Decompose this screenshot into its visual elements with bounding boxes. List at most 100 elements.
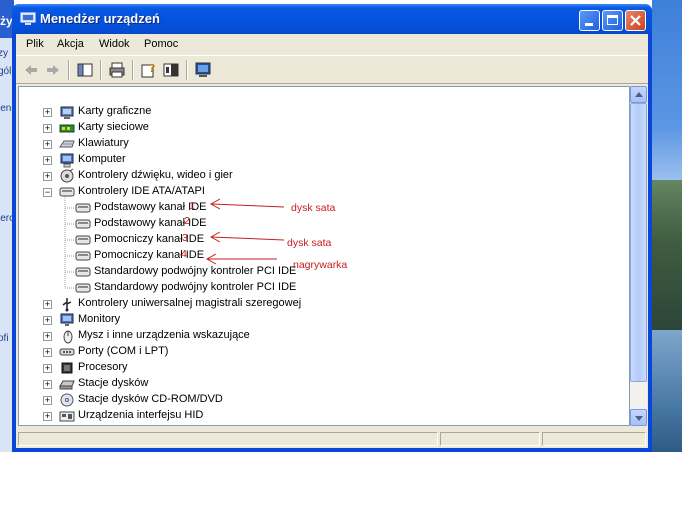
scroll-thumb[interactable] [630, 103, 647, 382]
menu-pomoc[interactable]: Pomoc [144, 38, 178, 50]
scroll-up-button[interactable] [630, 86, 647, 103]
expand-icon[interactable]: + [43, 108, 52, 117]
ide-channel-icon [75, 251, 91, 261]
expand-icon[interactable]: + [43, 412, 52, 421]
wallpaper-hills [652, 180, 682, 330]
tree-category[interactable]: + Stacje dysków [19, 376, 619, 392]
annotation-number: 2 [184, 215, 190, 227]
menu-akcja[interactable]: Akcja [57, 38, 84, 50]
device-manager-app-icon [20, 12, 36, 25]
tree-category[interactable]: + Urządzenia interfejsu HID [19, 408, 619, 424]
annotation-number: 4 [181, 248, 187, 260]
expand-icon[interactable]: + [43, 380, 52, 389]
desktop-fragment: zy [0, 48, 8, 59]
processor-icon [61, 362, 73, 374]
tree-category[interactable]: + Mysz i inne urządzenia wskazujące [19, 328, 619, 344]
expand-icon[interactable]: + [43, 140, 52, 149]
tree-category[interactable]: + Kontrolery uniwersalnej magistrali szer… [19, 296, 619, 312]
close-button[interactable] [625, 10, 646, 31]
menu-widok[interactable]: Widok [99, 38, 130, 50]
tree-child-item[interactable]: Podstawowy kanał IDE [19, 216, 619, 232]
forward-arrow-icon[interactable] [44, 61, 62, 79]
sound-icon [60, 168, 74, 183]
status-panel [18, 432, 438, 446]
tree-item-label: Kontrolery IDE ATA/ATAPI [78, 185, 205, 197]
tree-category[interactable]: + Kontrolery dźwięku, wideo i gier [19, 168, 619, 184]
toolbar-separator [68, 60, 70, 80]
tree-item-label: Karty graficzne [78, 105, 152, 117]
annotation-label: nagrywarka [293, 259, 348, 271]
tree-category[interactable]: + Karty graficzne [19, 104, 619, 120]
tree-item-label: Kontrolery dźwięku, wideo i gier [78, 169, 233, 181]
network-adapter-icon [59, 124, 75, 133]
minimize-button[interactable] [579, 10, 600, 31]
expand-icon[interactable]: + [43, 364, 52, 373]
tree-category[interactable]: + Porty (COM i LPT) [19, 344, 619, 360]
desktop-fragment: gól [0, 66, 12, 77]
ide-channel-icon [75, 267, 91, 277]
menu-plik[interactable]: Plik [26, 38, 44, 50]
show-hide-console-tree-icon[interactable] [76, 61, 94, 79]
device-manager-window: Menedżer urządzeń Plik Akcja Widok Pomoc [12, 4, 652, 452]
expand-icon[interactable]: + [43, 348, 52, 357]
tree-category[interactable]: + Karty sieciowe [19, 120, 619, 136]
wallpaper-lake [652, 330, 682, 452]
desktop-wallpaper [652, 0, 682, 452]
maximize-button[interactable] [602, 10, 623, 31]
tree-category[interactable]: + Klawiatury [19, 136, 619, 152]
title-bar[interactable]: Menedżer urządzeń [12, 4, 652, 34]
minimize-icon [585, 23, 593, 26]
bottom-blank-area [0, 452, 682, 512]
expand-icon[interactable]: + [43, 124, 52, 133]
expand-icon[interactable]: + [43, 300, 52, 309]
ide-channel-icon [75, 283, 91, 293]
disk-drive-icon [59, 380, 75, 390]
properties-help-icon[interactable]: ? [140, 61, 158, 79]
annotation-number: 3 [182, 232, 188, 244]
expand-icon[interactable]: + [43, 172, 52, 181]
annotation-number: 1 [189, 200, 195, 212]
ide-channel-icon [75, 203, 91, 213]
tree-item-label: Procesory [78, 361, 128, 373]
tree-child-item[interactable]: Standardowy podwójny kontroler PCI IDE [19, 280, 619, 296]
tree-item-label: Karty sieciowe [78, 121, 149, 133]
tree-item-label: Stacje dysków CD-ROM/DVD [78, 393, 223, 405]
scan-hardware-icon[interactable] [194, 61, 212, 79]
desktop-fragment: ofi [0, 333, 9, 344]
monitor-icon [60, 313, 74, 326]
maximize-icon [607, 15, 618, 25]
collapse-icon[interactable]: − [43, 188, 52, 197]
svg-text:?: ? [149, 62, 155, 75]
back-arrow-icon[interactable] [22, 61, 40, 79]
annotation-label: dysk sata [287, 237, 332, 249]
display-adapter-icon [60, 106, 74, 119]
tree-category[interactable]: + Monitory [19, 312, 619, 328]
expand-icon[interactable]: + [43, 332, 52, 341]
chevron-up-icon [635, 92, 643, 97]
tree-item-label: Mysz i inne urządzenia wskazujące [78, 329, 250, 341]
window-title: Menedżer urządzeń [40, 11, 160, 26]
status-bar [16, 430, 648, 448]
help-icon[interactable] [162, 61, 180, 79]
vertical-scrollbar[interactable] [630, 86, 647, 426]
expand-icon[interactable]: + [43, 156, 52, 165]
expand-icon[interactable]: + [43, 396, 52, 405]
expand-icon[interactable]: + [43, 316, 52, 325]
tree-category[interactable]: + Komputer [19, 152, 619, 168]
device-tree[interactable]: + Karty graficzne + Karty sieciowe + Klawiatu… [18, 86, 630, 426]
close-icon [630, 15, 641, 26]
tree-category[interactable]: + Procesory [19, 360, 619, 376]
chevron-down-icon [635, 416, 643, 421]
ide-channel-icon [75, 219, 91, 229]
print-icon[interactable] [108, 61, 126, 79]
tree-item-label: Porty (COM i LPT) [78, 345, 169, 357]
tree-category[interactable]: + Stacje dysków CD-ROM/DVD [19, 392, 619, 408]
toolbar-separator [100, 60, 102, 80]
status-panel [542, 432, 646, 446]
tree-item-label: Pomocniczy kanał IDE [94, 249, 205, 261]
scroll-down-button[interactable] [630, 409, 647, 426]
tree-item-label: Standardowy podwójny kontroler PCI IDE [94, 281, 297, 293]
keyboard-icon [59, 140, 75, 148]
tree-category[interactable]: − Kontrolery IDE ATA/ATAPI [19, 184, 619, 200]
tree-item-label: Urządzenia interfejsu HID [78, 409, 204, 421]
